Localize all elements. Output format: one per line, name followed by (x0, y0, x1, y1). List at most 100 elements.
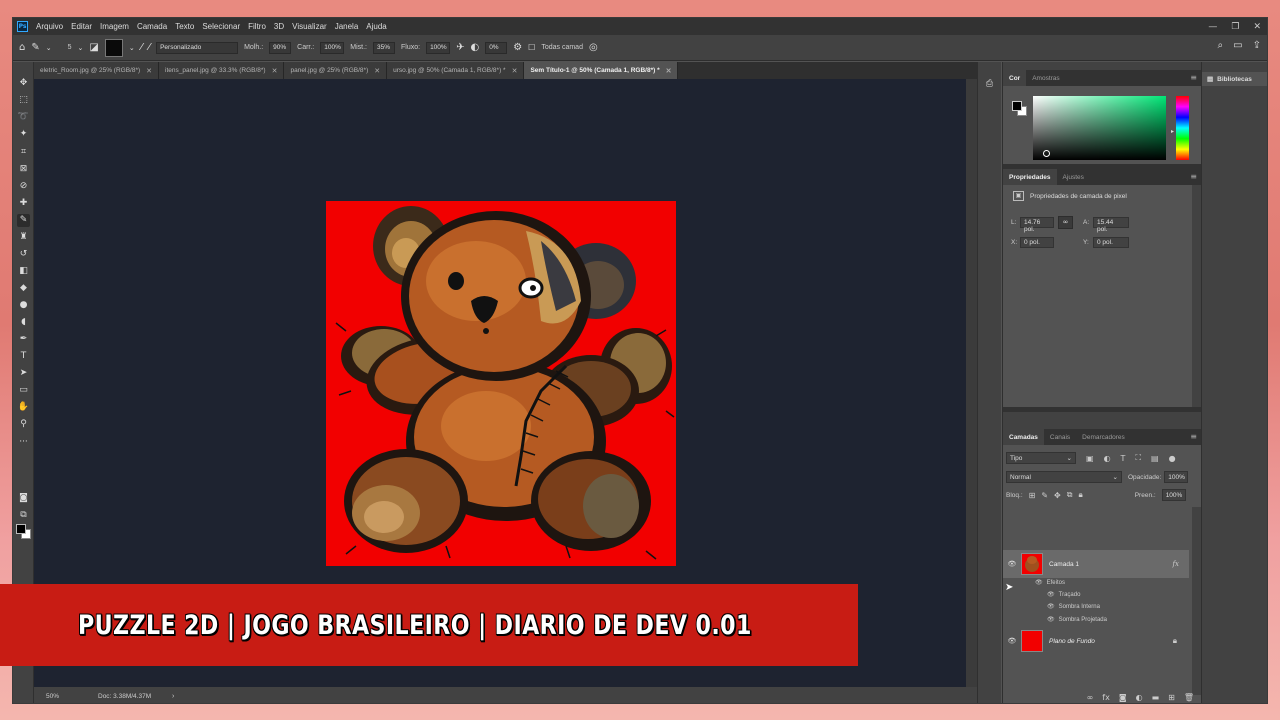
color-picker-cursor[interactable] (1043, 150, 1050, 157)
tab-propriedades[interactable]: Propriedades (1003, 169, 1057, 185)
lock-pixels-icon[interactable]: ✎ (1041, 491, 1048, 500)
minimize-icon[interactable]: — (1208, 22, 1217, 32)
tab-demarcadores[interactable]: Demarcadores (1076, 429, 1131, 445)
mixer-brush-tool-icon[interactable]: ✎ (31, 42, 39, 53)
menu-imagem[interactable]: Imagem (100, 22, 129, 31)
y-input[interactable]: 0 pol. (1093, 237, 1129, 248)
menu-visualizar[interactable]: Visualizar (292, 22, 327, 31)
angle-icon[interactable]: ◐ (470, 42, 479, 53)
filter-shape-icon[interactable]: ⛶ (1135, 453, 1141, 463)
layer-name[interactable]: Camada 1 (1049, 561, 1079, 568)
share-icon[interactable]: ⇪ (1253, 40, 1261, 51)
zoom-level[interactable]: 50% (34, 693, 78, 700)
foreground-color-swatch[interactable] (1012, 101, 1022, 111)
lock-position-icon[interactable]: ✥ (1054, 491, 1061, 500)
tab-urso[interactable]: urso.jpg @ 50% (Camada 1, RGB/8*) * ✕ (387, 62, 525, 79)
chevron-down-icon[interactable]: ⌄ (78, 44, 84, 52)
workspace-icon[interactable]: ▭ (1233, 40, 1242, 51)
color-swatches[interactable] (16, 524, 32, 540)
hand-tool-icon[interactable]: ✋ (17, 401, 30, 414)
preset-select[interactable]: Personalizado (156, 41, 239, 54)
hue-slider-arrow-icon[interactable]: ▸ (1171, 128, 1174, 135)
tab-itens-panel[interactable]: itens_panel.jpg @ 33.3% (RGB/8*) ✕ (159, 62, 285, 79)
lasso-tool-icon[interactable]: ➰ (17, 111, 30, 124)
layer-fx-icon[interactable]: fx (1172, 560, 1179, 568)
lock-transparency-icon[interactable]: ⊞ (1029, 491, 1036, 500)
type-tool-icon[interactable]: T (17, 350, 30, 363)
link-dimensions-icon[interactable]: ∞ (1058, 216, 1073, 229)
brush-load-icon[interactable]: ◪ (89, 42, 98, 53)
close-tab-icon[interactable]: ✕ (512, 67, 518, 75)
close-tab-icon[interactable]: ✕ (146, 67, 152, 75)
menu-camada[interactable]: Camada (137, 22, 167, 31)
effect-drop-shadow[interactable]: 👁︎ Sombra Projetada (1047, 616, 1107, 623)
close-tab-icon[interactable]: ✕ (374, 67, 380, 75)
filter-adjustment-icon[interactable]: ◐ (1104, 454, 1111, 463)
tab-canais[interactable]: Canais (1044, 429, 1076, 445)
x-input[interactable]: 0 pol. (1020, 237, 1054, 248)
foreground-color-swatch[interactable] (16, 524, 26, 534)
visibility-eye-icon[interactable]: 👁︎ (1047, 616, 1055, 623)
height-input[interactable]: 15.44 pol. (1093, 217, 1129, 233)
effect-inner-shadow[interactable]: 👁︎ Sombra Interna (1047, 603, 1100, 610)
zoom-tool-icon[interactable]: ⚲ (17, 418, 30, 431)
clean-brush-icon[interactable]: ⁄ (148, 42, 150, 53)
move-tool-icon[interactable]: ✥ (17, 77, 30, 90)
layer-name[interactable]: Plano de Fundo (1049, 638, 1095, 645)
visibility-eye-icon[interactable]: 👁︎ (1035, 579, 1043, 586)
menu-filtro[interactable]: Filtro (248, 22, 266, 31)
tab-sem-titulo[interactable]: Sem Título-1 @ 50% (Camada 1, RGB/8*) * ✕ (524, 62, 679, 79)
menu-3d[interactable]: 3D (274, 22, 284, 31)
opacity-input[interactable]: 100% (1164, 471, 1189, 483)
new-group-icon[interactable]: ▬ (1152, 693, 1160, 702)
dodge-tool-icon[interactable]: ◖ (17, 316, 30, 329)
chevron-down-icon[interactable]: ⌄ (129, 44, 135, 52)
menu-arquivo[interactable]: Arquivo (36, 22, 63, 31)
close-tab-icon[interactable]: ✕ (666, 67, 672, 75)
search-icon[interactable]: ⌕ (1218, 40, 1224, 51)
add-mask-icon[interactable]: ◙ (1119, 693, 1127, 702)
gear-icon[interactable]: ⚙ (513, 42, 522, 53)
effects-group[interactable]: 👁︎ Efeitos (1035, 579, 1065, 586)
close-icon[interactable]: ✕ (1253, 22, 1261, 32)
link-layers-icon[interactable]: ∞ (1087, 693, 1094, 702)
load-input[interactable]: 100% (320, 41, 345, 54)
add-style-icon[interactable]: fx (1102, 693, 1110, 702)
menu-janela[interactable]: Janela (335, 22, 359, 31)
clone-stamp-tool-icon[interactable]: ♜ (17, 231, 30, 244)
visibility-eye-icon[interactable]: 👁︎ (1047, 603, 1055, 610)
vertical-scrollbar[interactable] (966, 79, 977, 687)
paint-bucket-tool-icon[interactable]: ◆ (17, 282, 30, 295)
tab-camadas[interactable]: Camadas (1003, 429, 1044, 445)
flow-input[interactable]: 100% (426, 41, 451, 54)
effect-stroke[interactable]: 👁︎ Traçado (1047, 591, 1080, 598)
chevron-down-icon[interactable]: ⌄ (46, 44, 52, 52)
pressure-icon[interactable]: ◎ (589, 42, 598, 53)
rectangle-tool-icon[interactable]: ▭ (17, 384, 30, 397)
screen-mode-icon[interactable]: ⧉ (17, 509, 30, 522)
delete-layer-icon[interactable]: 🗑︎ (1184, 693, 1194, 702)
tab-amostras[interactable]: Amostras (1026, 70, 1065, 86)
brush-size-value[interactable]: 5 (68, 44, 72, 51)
healing-brush-tool-icon[interactable]: ✚ (17, 197, 30, 210)
quick-mask-icon[interactable]: ◙ (17, 492, 30, 505)
document-canvas[interactable] (326, 201, 676, 566)
filter-type-icon[interactable]: T (1121, 454, 1126, 463)
history-panel-icon[interactable]: ⎙ (983, 78, 996, 91)
path-selection-tool-icon[interactable]: ➤ (17, 367, 30, 380)
blur-tool-icon[interactable]: ● (17, 299, 30, 312)
magic-wand-tool-icon[interactable]: ✦ (17, 128, 30, 141)
status-menu-arrow[interactable]: › (172, 693, 174, 700)
marquee-tool-icon[interactable]: ⬚ (17, 94, 30, 107)
menu-texto[interactable]: Texto (175, 22, 194, 31)
adjustment-layer-icon[interactable]: ◐ (1136, 693, 1143, 702)
hue-slider[interactable] (1176, 96, 1189, 160)
pen-tool-icon[interactable]: ✒ (17, 333, 30, 346)
width-input[interactable]: 14.76 pol. (1020, 217, 1054, 233)
layer-filter-select[interactable]: Tipo ⌄ (1006, 452, 1076, 464)
tab-cor[interactable]: Cor (1003, 70, 1027, 86)
panel-menu-icon[interactable]: ≡ (1190, 172, 1197, 181)
filter-pixel-icon[interactable]: ▣ (1086, 454, 1094, 463)
visibility-eye-icon[interactable]: 👁︎ (1047, 591, 1055, 598)
mixer-brush-tool-icon[interactable]: ✎ (17, 214, 30, 227)
